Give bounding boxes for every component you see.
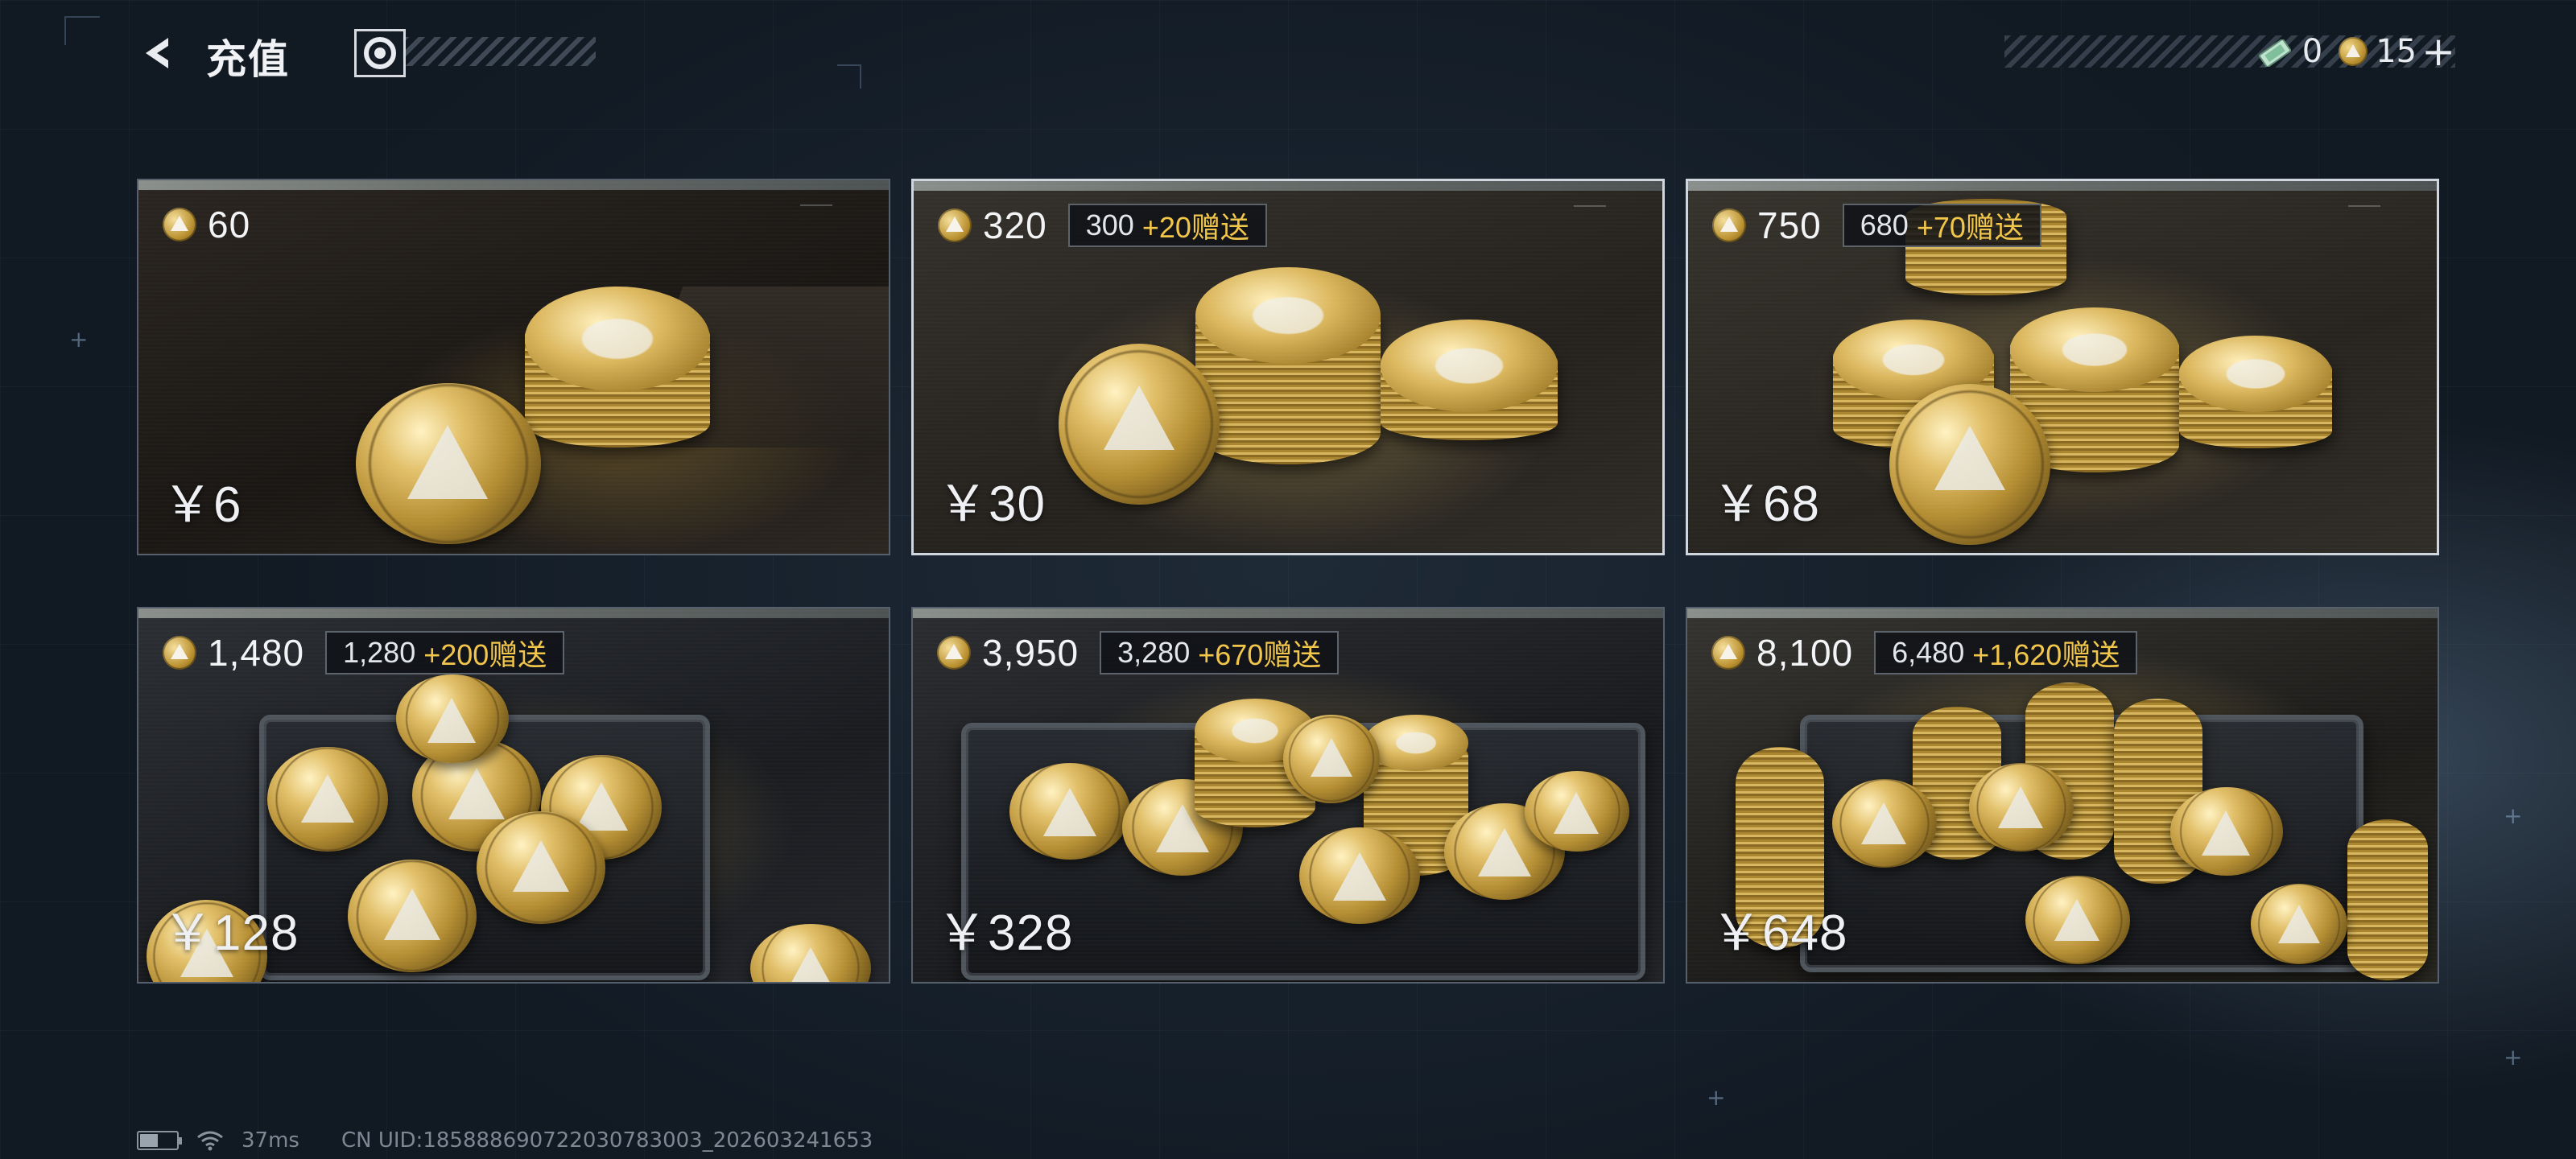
price-label: ￥6 [163,477,242,533]
coin-icon [937,636,971,670]
wifi-icon [196,1130,224,1151]
battery-icon [137,1131,182,1150]
coin-icon [938,208,972,242]
add-currency-button[interactable]: + [2421,31,2455,72]
background-plus: + [1707,1084,1726,1111]
chevron-left-icon [146,38,168,68]
bonus-extra-amount: +670赠送 [1198,638,1322,671]
page-title: 充值 [206,36,290,83]
coin-count: 15 [2376,33,2417,70]
product-card[interactable]: 60 ￥6 [137,179,890,555]
background-bracket [837,64,861,89]
product-card[interactable]: 750 680 +70赠送 ￥68 [1686,179,2439,555]
bonus-extra-amount: +20赠送 [1141,211,1249,244]
bonus-base-amount: 680 [1860,208,1909,241]
status-footer: 37ms CN UID:185888690722030783003_202603… [137,1128,873,1153]
bonus-extra-amount: +200赠送 [423,638,547,671]
amount-row: 3,950 3,280 +670赠送 [937,631,1340,674]
bonus-badge: 300 +20赠送 [1067,204,1267,247]
bonus-badge: 1,280 +200赠送 [325,631,565,674]
coin-icon [1712,208,1746,242]
amount-row: 1,480 1,280 +200赠送 [163,631,565,674]
product-card[interactable]: 3,950 3,280 +670赠送 ￥328 [911,607,1665,984]
ticket-icon [2256,38,2294,68]
game-logo-icon[interactable] [354,29,406,77]
bonus-base-amount: 6,480 [1892,636,1965,669]
coin-balance[interactable]: 15 + [2339,31,2455,72]
price-label: ￥68 [1712,476,1820,532]
product-card[interactable]: 320 300 +20赠送 ￥30 [911,179,1665,555]
product-grid: 60 ￥6 320 300 +20赠送 ￥30 750 680 +70赠送 ￥6… [137,179,2439,984]
bonus-base-amount: 300 [1085,208,1134,241]
bonus-extra-amount: +1,620赠送 [1972,638,2120,671]
coin-icon [163,636,196,670]
bonus-base-amount: 1,280 [343,636,416,669]
bonus-badge: 680 +70赠送 [1842,204,2041,247]
bonus-badge: 6,480 +1,620赠送 [1874,631,2138,674]
price-label: ￥128 [163,905,299,961]
product-card[interactable]: 1,480 1,280 +200赠送 ￥128 [137,607,890,984]
ping-label: 37ms [242,1128,299,1153]
battery-fill [140,1134,159,1147]
bonus-extra-amount: +70赠送 [1916,211,2024,244]
background-bracket [64,16,100,45]
bonus-badge: 3,280 +670赠送 [1100,631,1340,674]
price-label: ￥328 [937,905,1074,961]
ticket-count: 0 [2301,33,2323,70]
coin-icon [163,208,196,241]
amount-row: 60 [163,203,250,246]
amount-row: 8,100 6,480 +1,620赠送 [1711,631,2138,674]
background-plus: + [2504,1044,2523,1070]
background-plus: + [69,326,89,353]
coin-amount: 750 [1757,204,1822,246]
coin-amount: 3,950 [982,632,1080,674]
title-decoration [402,37,596,66]
coin-icon [1711,636,1745,670]
back-button[interactable] [137,31,182,76]
coin-amount: 60 [208,204,251,245]
price-label: ￥30 [938,476,1046,532]
coin-amount: 1,480 [208,632,305,674]
bonus-base-amount: 3,280 [1117,636,1191,669]
background-plus: + [2504,802,2523,829]
currency-bar: 0 15 + [2256,29,2455,74]
ticket-balance[interactable]: 0 [2256,33,2322,70]
product-card[interactable]: 8,100 6,480 +1,620赠送 ￥648 [1686,607,2439,984]
price-label: ￥648 [1711,905,1848,961]
coin-icon [2339,37,2368,66]
uid-label: CN UID:185888690722030783003_20260324165… [341,1128,873,1153]
coin-amount: 8,100 [1757,632,1854,674]
amount-row: 320 300 +20赠送 [938,204,1267,247]
amount-row: 750 680 +70赠送 [1712,204,2041,247]
coin-amount: 320 [983,204,1047,246]
